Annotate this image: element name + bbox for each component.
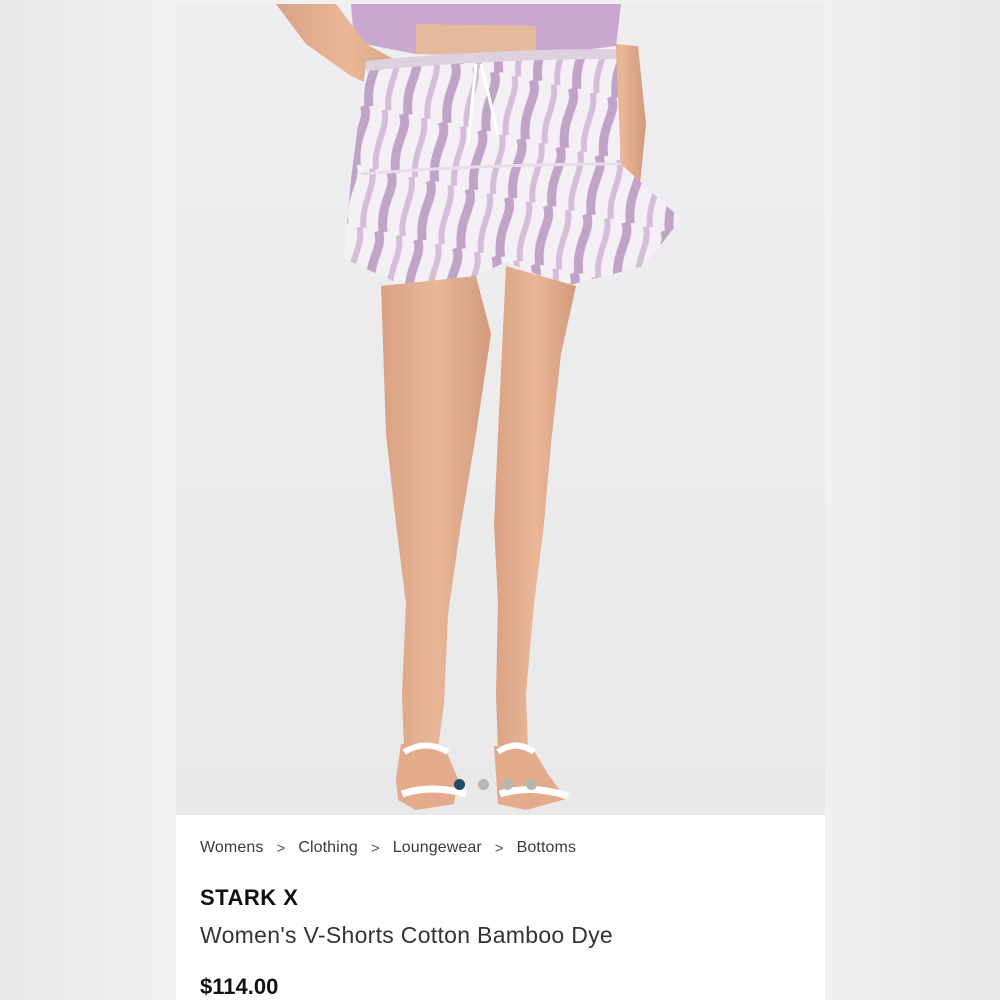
breadcrumb-womens[interactable]: Womens	[200, 839, 263, 857]
product-photo-illustration	[176, 4, 825, 815]
breadcrumb-clothing[interactable]: Clothing	[298, 839, 358, 857]
breadcrumb-separator: >	[494, 839, 504, 857]
pagination-dot[interactable]	[478, 778, 489, 790]
product-title: Women's V-Shorts Cotton Bamboo Dye	[200, 922, 614, 948]
brand-name[interactable]: STARK X	[200, 885, 298, 911]
product-info: Womens > Clothing > Loungewear > Bottoms…	[176, 815, 825, 1000]
breadcrumb-separator: >	[370, 839, 380, 857]
product-card: Womens > Clothing > Loungewear > Bottoms…	[176, 4, 825, 1000]
image-pagination	[454, 777, 537, 791]
pagination-dot[interactable]	[526, 778, 537, 790]
breadcrumb-bottoms[interactable]: Bottoms	[517, 839, 576, 857]
breadcrumb: Womens > Clothing > Loungewear > Bottoms	[200, 839, 576, 857]
product-price: $114.00	[200, 974, 279, 999]
breadcrumb-separator: >	[276, 839, 286, 857]
product-image[interactable]	[176, 4, 825, 815]
pagination-dot-active[interactable]	[454, 778, 465, 790]
breadcrumb-loungewear[interactable]: Loungewear	[393, 839, 482, 857]
pagination-dot[interactable]	[502, 778, 513, 790]
